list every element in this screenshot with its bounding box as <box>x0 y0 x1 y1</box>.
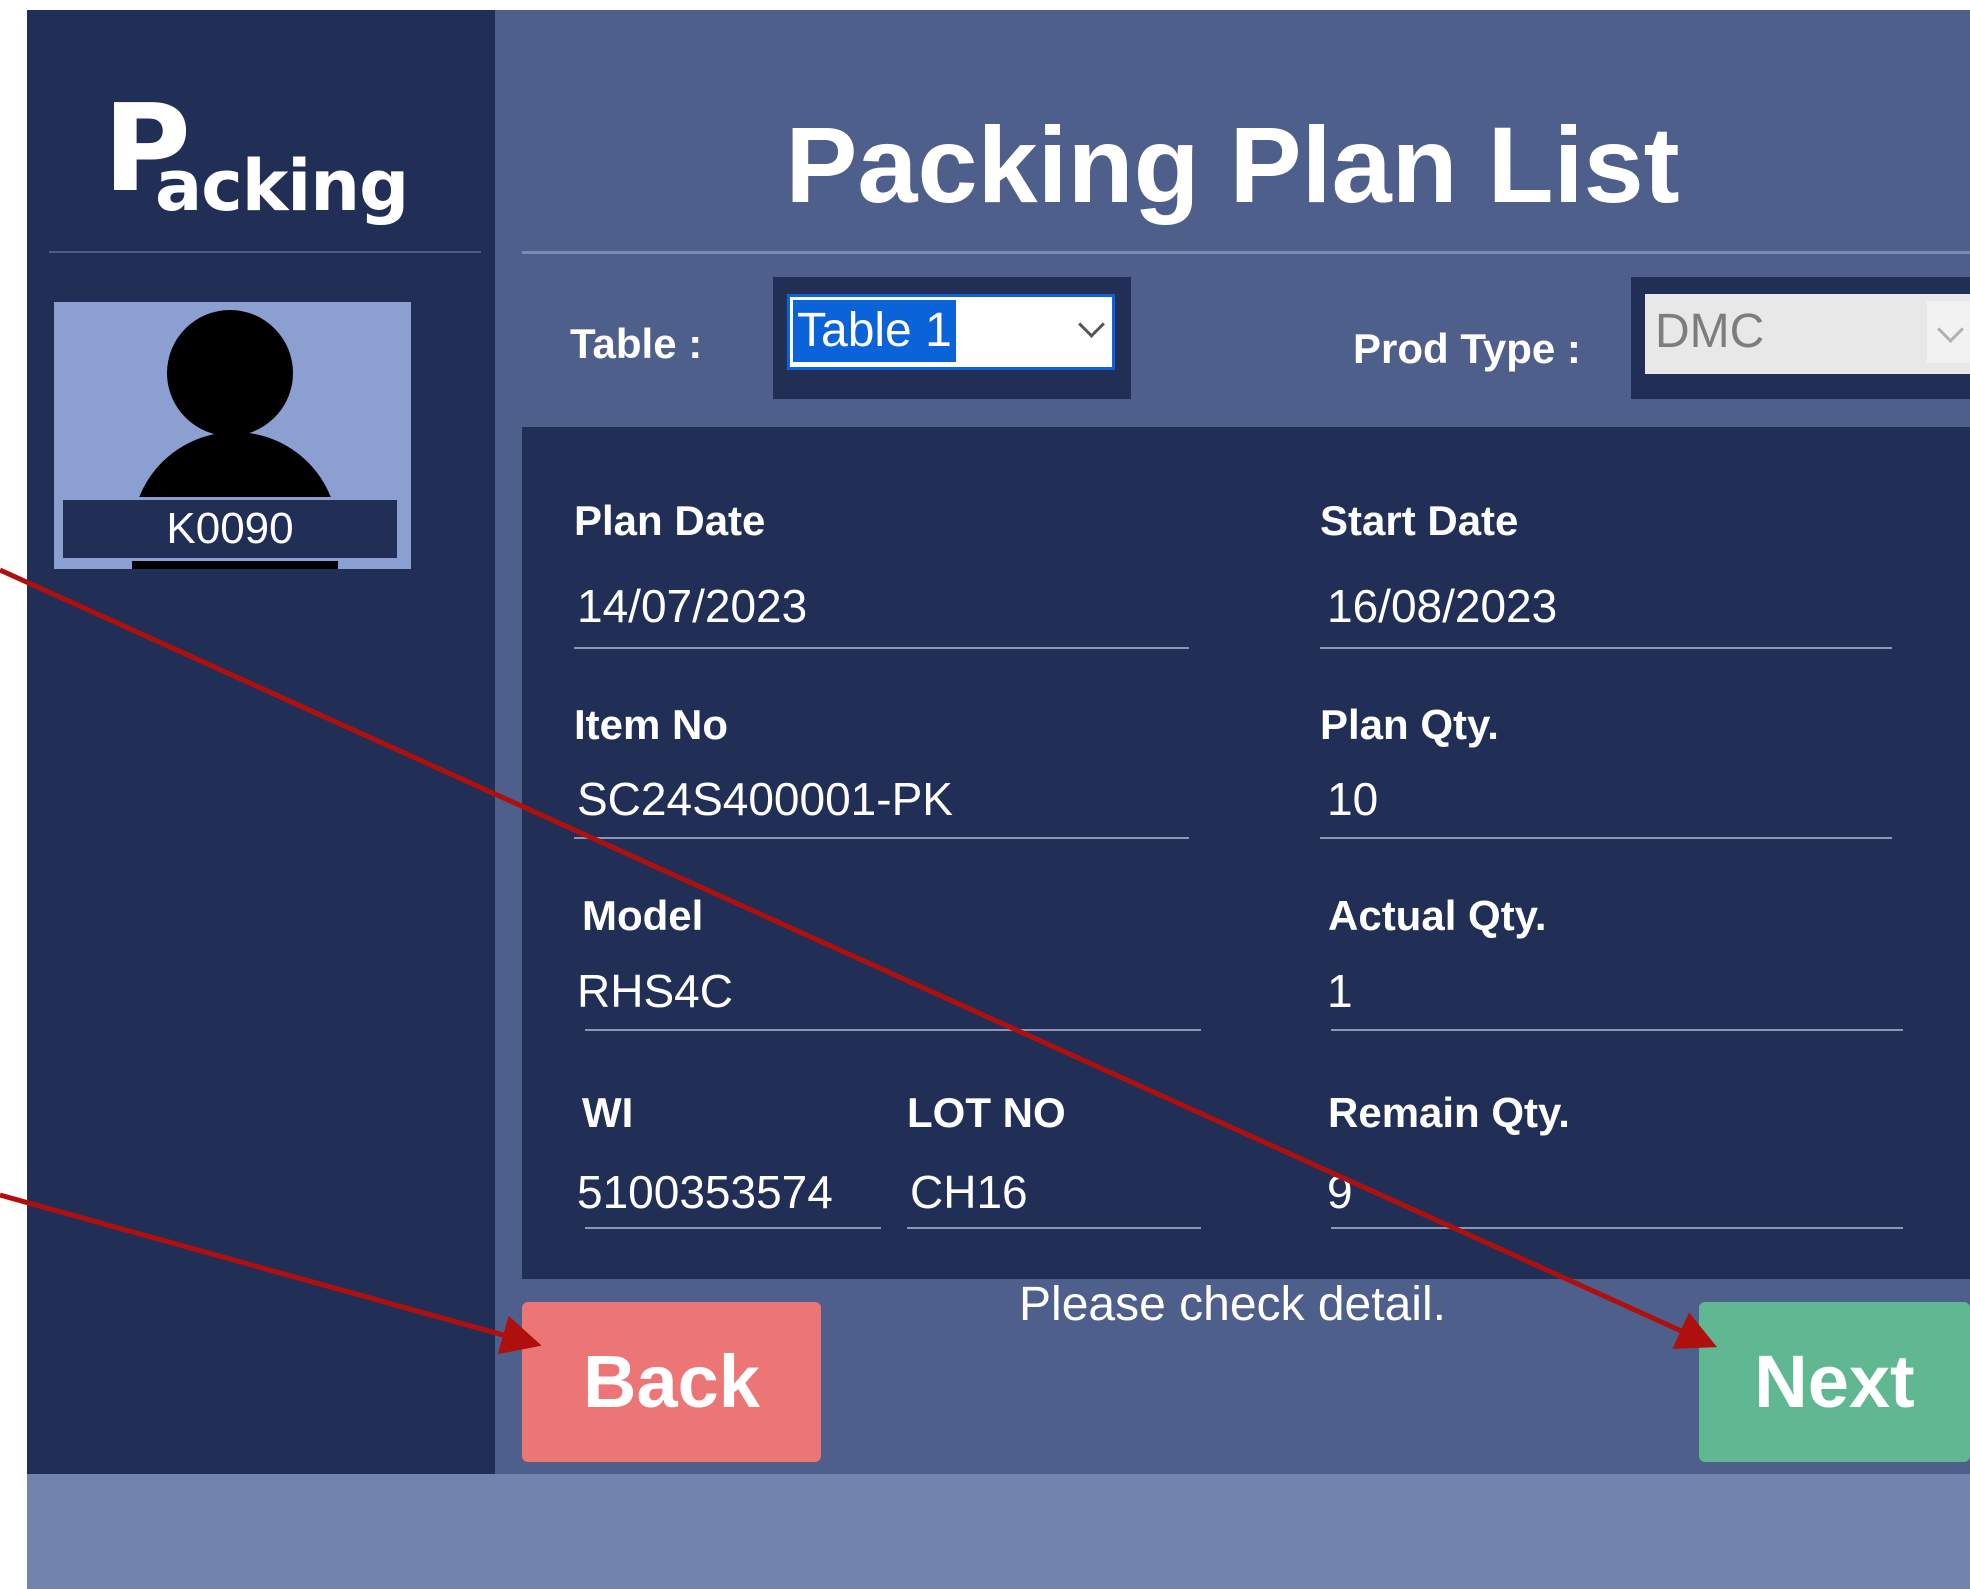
prod-type-label: Prod Type : <box>1353 325 1581 372</box>
plan-qty-value: 10 <box>1327 773 1379 825</box>
plan-date-value: 14/07/2023 <box>577 580 808 632</box>
lot-no-label: LOT NO <box>907 1089 1066 1136</box>
wi-underline <box>585 1227 881 1229</box>
next-button[interactable]: Next <box>1699 1302 1970 1462</box>
table-select-value: Table 1 <box>793 300 956 362</box>
item-no-value: SC24S400001-PK <box>577 773 953 825</box>
prod-type-select-frame: DMC <box>1631 277 1970 399</box>
remain-qty-label: Remain Qty. <box>1328 1089 1570 1136</box>
back-button[interactable]: Back <box>522 1302 821 1462</box>
header-divider <box>522 251 1970 254</box>
table-select[interactable]: Table 1 <box>787 294 1115 370</box>
actual-qty-label: Actual Qty. <box>1328 892 1547 939</box>
sidebar: P acking K0090 <box>27 10 495 1474</box>
user-id-label: K0090 <box>60 497 400 561</box>
model-value: RHS4C <box>577 965 733 1017</box>
logo-text: acking <box>155 145 409 227</box>
lot-no-value: CH16 <box>910 1166 1028 1218</box>
prod-type-select[interactable]: DMC <box>1645 294 1970 374</box>
avatar-head-icon <box>167 310 293 436</box>
actual-qty-underline <box>1331 1029 1903 1031</box>
wi-value: 5100353574 <box>577 1166 833 1218</box>
item-no-label: Item No <box>574 701 729 748</box>
plan-qty-label: Plan Qty. <box>1320 701 1499 748</box>
prod-type-select-value: DMC <box>1655 305 1765 358</box>
start-date-label: Start Date <box>1320 497 1519 544</box>
app-logo: P acking <box>103 90 423 230</box>
remain-qty-underline <box>1331 1227 1903 1229</box>
model-label: Model <box>582 892 704 939</box>
remain-qty-value: 9 <box>1327 1166 1353 1218</box>
plan-date-underline <box>574 647 1189 649</box>
plan-detail-panel: Plan Date 14/07/2023 Start Date 16/08/20… <box>522 427 1970 1279</box>
lot-no-underline <box>907 1227 1201 1229</box>
main-content: Packing Plan List Table : Table 1 Prod T… <box>495 10 1970 1474</box>
page-title: Packing Plan List <box>785 104 1680 225</box>
start-date-value: 16/08/2023 <box>1327 580 1558 632</box>
model-underline <box>585 1029 1201 1031</box>
chevron-down-icon <box>1078 311 1105 338</box>
wi-label: WI <box>582 1089 634 1136</box>
table-select-frame: Table 1 <box>773 277 1131 399</box>
plan-qty-underline <box>1320 837 1892 839</box>
sidebar-divider <box>49 251 481 253</box>
table-label: Table : <box>570 320 703 367</box>
plan-date-label: Plan Date <box>574 497 766 544</box>
actual-qty-value: 1 <box>1327 965 1353 1017</box>
user-profile: K0090 <box>54 302 411 569</box>
item-no-underline <box>574 837 1189 839</box>
start-date-underline <box>1320 647 1892 649</box>
app-window: P acking K0090 Packing Plan List Table :… <box>27 10 1970 1589</box>
